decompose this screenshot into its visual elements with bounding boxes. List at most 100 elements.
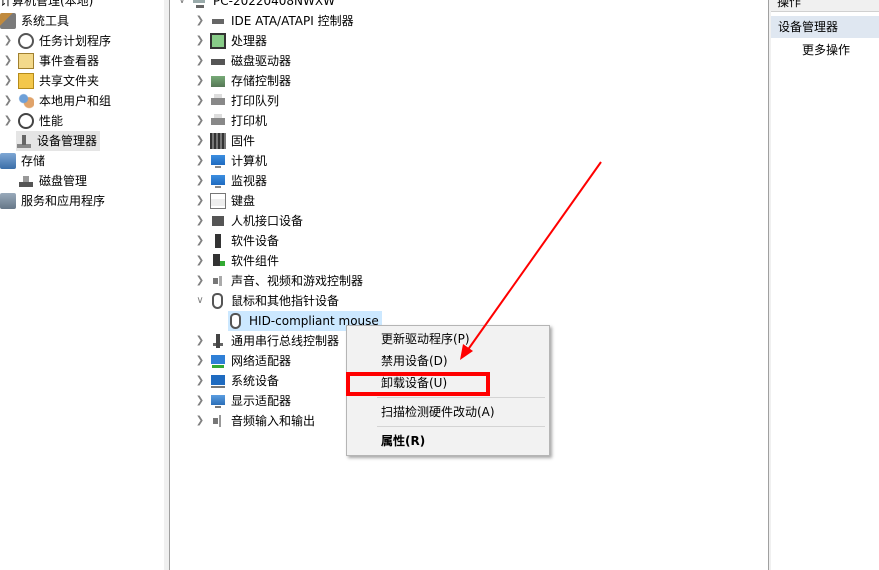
tree-label: 任务计划程序 — [39, 34, 112, 48]
tree-item-computer-management[interactable]: 计算机管理(本地) — [0, 0, 93, 11]
device-category-print-queues[interactable]: ❯ 打印队列 — [194, 91, 279, 111]
chevron-right-icon[interactable]: ❯ — [194, 51, 206, 71]
device-category-audio-io[interactable]: ❯ 音频输入和输出 — [194, 411, 315, 431]
monitor-icon — [210, 173, 226, 189]
tree-item-disk-management[interactable]: 磁盘管理 — [18, 171, 87, 191]
device-category-network[interactable]: ❯ 网络适配器 — [194, 351, 291, 371]
device-category-system-devices[interactable]: ❯ 系统设备 — [194, 371, 279, 391]
chevron-right-icon[interactable]: ❯ — [194, 151, 206, 171]
chevron-right-icon[interactable]: ❯ — [2, 31, 14, 51]
chevron-right-icon[interactable]: ❯ — [194, 11, 206, 31]
chevron-right-icon[interactable]: ❯ — [194, 271, 206, 291]
chevron-right-icon[interactable]: ❯ — [194, 251, 206, 271]
firmware-icon — [210, 133, 226, 149]
chevron-right-icon[interactable]: ❯ — [194, 331, 206, 351]
device-category-firmware[interactable]: ❯ 固件 — [194, 131, 255, 151]
storage-controller-icon — [210, 73, 226, 89]
chevron-right-icon[interactable]: ❯ — [194, 171, 206, 191]
chevron-right-icon[interactable]: ❯ — [2, 51, 14, 71]
menu-separator — [377, 397, 545, 398]
tree-item-performance[interactable]: ❯ 性能 — [2, 111, 63, 131]
event-viewer-icon — [18, 53, 34, 69]
chevron-right-icon[interactable]: ❯ — [194, 71, 206, 91]
chevron-right-icon[interactable]: ❯ — [194, 231, 206, 251]
chevron-right-icon[interactable]: ❯ — [194, 371, 206, 391]
tree-item-event-viewer[interactable]: ❯ 事件查看器 — [2, 51, 99, 71]
device-category-display[interactable]: ❯ 显示适配器 — [194, 391, 291, 411]
menu-item-update-driver[interactable]: 更新驱动程序(P) — [381, 329, 470, 349]
disk-management-icon — [18, 173, 34, 189]
chevron-right-icon[interactable]: ❯ — [194, 91, 206, 111]
chevron-right-icon[interactable]: ❯ — [194, 111, 206, 131]
services-icon — [0, 193, 16, 209]
chevron-right-icon[interactable]: ❯ — [2, 111, 14, 131]
chevron-right-icon[interactable]: ❯ — [194, 131, 206, 151]
sound-icon — [210, 273, 226, 289]
device-category-software-devices[interactable]: ❯ 软件设备 — [194, 231, 279, 251]
tree-label: 声音、视频和游戏控制器 — [231, 274, 364, 288]
tree-label: 计算机管理(本地) — [0, 0, 94, 8]
chevron-right-icon[interactable]: ❯ — [2, 91, 14, 111]
menu-item-disable-device[interactable]: 禁用设备(D) — [381, 351, 448, 371]
users-icon — [18, 93, 34, 109]
audio-io-icon — [210, 413, 226, 429]
chevron-right-icon[interactable]: ❯ — [194, 31, 206, 51]
chevron-down-icon[interactable]: ∨ — [194, 291, 206, 311]
more-actions-link[interactable]: 更多操作 — [802, 41, 850, 59]
tree-item-shared-folders[interactable]: ❯ 共享文件夹 — [2, 71, 99, 91]
menu-item-properties[interactable]: 属性(R) — [381, 431, 425, 451]
tree-label: 固件 — [231, 134, 256, 148]
device-category-software-components[interactable]: ❯ 软件组件 — [194, 251, 279, 271]
device-category-usb[interactable]: ❯ 通用串行总线控制器 — [194, 331, 339, 351]
device-category-sound[interactable]: ❯ 声音、视频和游戏控制器 — [194, 271, 363, 291]
chevron-right-icon[interactable]: ❯ — [194, 391, 206, 411]
chevron-right-icon[interactable]: ❯ — [194, 211, 206, 231]
device-category-printers[interactable]: ❯ 打印机 — [194, 111, 267, 131]
tree-item-local-users[interactable]: ❯ 本地用户和组 — [2, 91, 111, 111]
chevron-right-icon[interactable]: ❯ — [194, 411, 206, 431]
tree-label: 软件组件 — [231, 254, 280, 268]
device-category-computer[interactable]: ❯ 计算机 — [194, 151, 267, 171]
chevron-right-icon[interactable]: ❯ — [2, 71, 14, 91]
highlight-box-annotation — [346, 372, 490, 396]
tree-label: 系统设备 — [231, 374, 280, 388]
hid-icon — [210, 213, 226, 229]
ide-controller-icon — [210, 13, 226, 29]
tree-label: 服务和应用程序 — [21, 194, 106, 208]
tree-item-system-tools[interactable]: 系统工具 — [0, 11, 69, 31]
shared-folder-icon — [18, 73, 34, 89]
device-category-disk-drives[interactable]: ❯ 磁盘驱动器 — [194, 51, 291, 71]
tree-label: 计算机 — [231, 154, 268, 168]
print-queue-icon — [210, 93, 226, 109]
tree-item-storage[interactable]: 存储 — [0, 151, 45, 171]
tree-item-device-manager[interactable]: 设备管理器 — [16, 131, 101, 151]
chevron-down-icon[interactable]: ∨ — [176, 0, 188, 11]
device-category-mice[interactable]: ∨ 鼠标和其他指针设备 — [194, 291, 339, 311]
device-tree-pane: ∨ PC-20220408NWXW ❯ IDE ATA/ATAPI 控制器 ❯ … — [170, 0, 768, 570]
menu-separator — [377, 426, 545, 427]
device-category-ide[interactable]: ❯ IDE ATA/ATAPI 控制器 — [194, 11, 354, 31]
keyboard-icon — [210, 193, 226, 209]
tree-label: 磁盘驱动器 — [231, 54, 292, 68]
actions-header: 操作 — [771, 0, 879, 12]
system-device-icon — [210, 373, 226, 389]
software-component-icon — [210, 253, 226, 269]
tree-item-services-apps[interactable]: 服务和应用程序 — [0, 191, 105, 211]
computer-icon — [210, 153, 226, 169]
chevron-right-icon[interactable]: ❯ — [194, 351, 206, 371]
disk-drive-icon — [210, 53, 226, 69]
device-category-processor[interactable]: ❯ 处理器 — [194, 31, 267, 51]
device-category-keyboards[interactable]: ❯ 键盘 — [194, 191, 255, 211]
device-category-storage-controllers[interactable]: ❯ 存储控制器 — [194, 71, 291, 91]
tree-item-task-scheduler[interactable]: ❯ 任务计划程序 — [2, 31, 111, 51]
tree-label: 事件查看器 — [39, 54, 100, 68]
console-tree-pane: 计算机管理(本地) 系统工具 ❯ 任务计划程序 ❯ 事件查看器 ❯ 共享文件夹 … — [0, 0, 165, 570]
menu-item-scan-hardware[interactable]: 扫描检测硬件改动(A) — [381, 402, 495, 422]
device-category-monitors[interactable]: ❯ 监视器 — [194, 171, 267, 191]
device-category-hid[interactable]: ❯ 人机接口设备 — [194, 211, 303, 231]
chevron-right-icon[interactable]: ❯ — [194, 191, 206, 211]
tree-label: 磁盘管理 — [39, 174, 88, 188]
actions-section-device-manager[interactable]: 设备管理器 — [771, 16, 879, 38]
tree-item-computer-root[interactable]: ∨ PC-20220408NWXW — [176, 0, 335, 11]
actions-pane: 操作 设备管理器 更多操作 — [771, 0, 879, 570]
